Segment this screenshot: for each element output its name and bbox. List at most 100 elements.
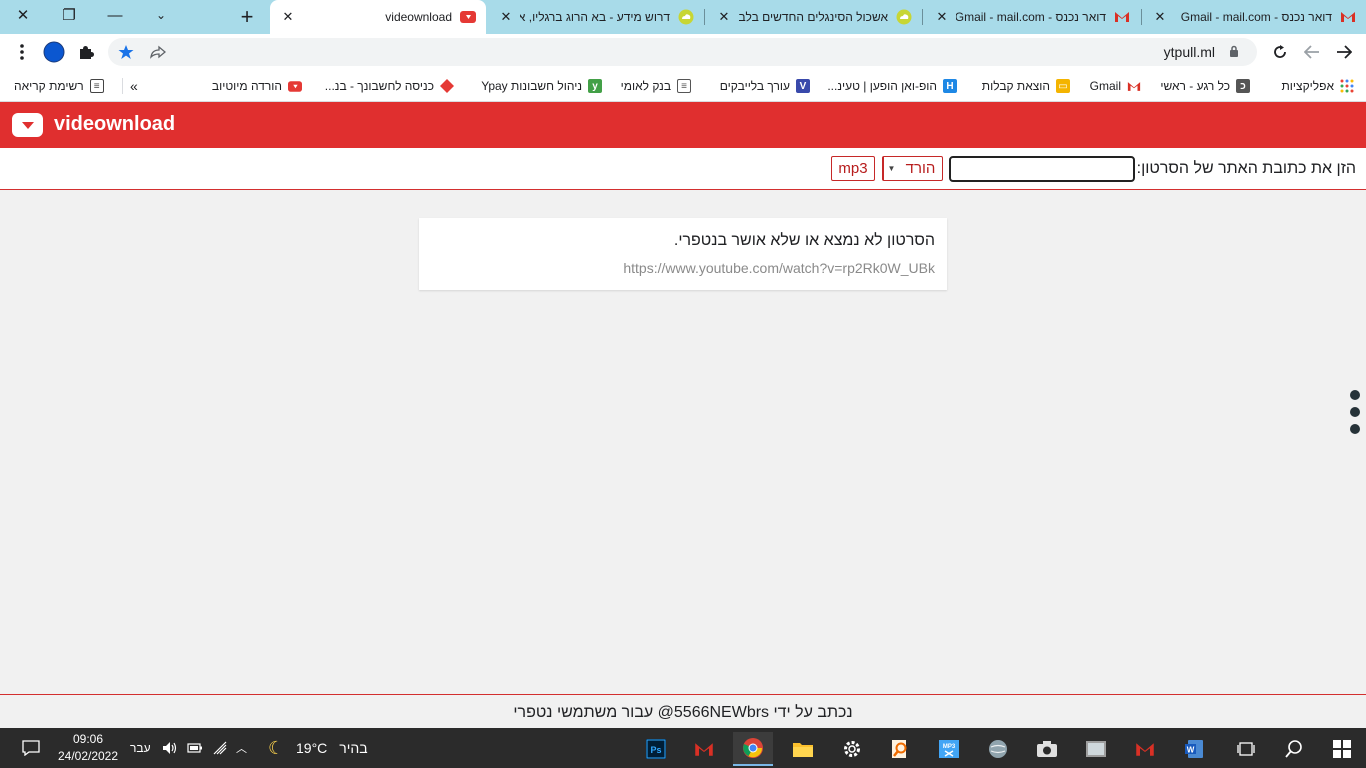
error-message-card: הסרטון לא נמצא או שלא אושר בנטפרי. https… [419,218,947,290]
notifications-icon[interactable] [22,728,40,768]
tab-search-chevron-icon[interactable]: ⌄ [138,0,184,30]
share-icon[interactable] [146,40,170,64]
gmail-app-icon[interactable] [684,732,724,766]
bookmark-label: רשימת קריאה [14,79,84,93]
side-nav-dot[interactable] [1350,407,1360,417]
site-name[interactable]: videownload [54,113,175,136]
photoshop-app-icon[interactable]: Ps [636,732,676,766]
video-url-input[interactable] [949,156,1135,182]
task-view-icon[interactable] [1226,732,1266,766]
bookmark-label: כניסה לחשבונך - בנ... [324,79,434,93]
bookmark-bank-login[interactable]: כניסה לחשבונך - בנ... [325,76,454,96]
site-header: videownload [0,102,1366,148]
wifi-icon[interactable] [212,728,228,768]
download-format-dropdown-icon[interactable]: ▼ [883,157,899,180]
news-icon: כ [1236,79,1250,93]
profile-avatar[interactable] [42,40,66,64]
svg-text:Ps: Ps [650,745,661,755]
reload-icon[interactable] [1268,40,1292,64]
bookmark-label: ניהול חשבונות Ypay [481,79,582,93]
tab-title: דרוש מידע - בא הרוג ברגליו, א [520,10,670,24]
weather-widget[interactable]: 19°C בהיר [296,728,368,768]
gmail-app-icon[interactable] [1125,732,1165,766]
cloud-icon [678,9,694,25]
svg-text:MP3: MP3 [943,744,956,750]
bookmark-gmail[interactable]: Gmail [1090,76,1141,96]
extensions-puzzle-icon[interactable] [74,40,98,64]
show-hidden-icons-chevron-icon[interactable]: ︿ [236,728,247,768]
briefcase-icon: ▭ [1056,79,1070,93]
input-language[interactable]: עבר [130,728,151,768]
camera-app-icon[interactable] [1027,732,1067,766]
bookmark-editor[interactable]: V עורך בלייבקים [720,76,810,96]
gmail-icon [1127,79,1141,93]
mp3-button[interactable]: mp3 [831,156,875,181]
clock-time: 09:06 [72,732,104,746]
v-icon: V [796,79,810,93]
tab-info-request[interactable]: דרוש מידע - בא הרוג ברגליו, א ✕ [488,0,704,34]
file-explorer-icon[interactable] [783,732,823,766]
bookmark-apps[interactable]: אפליקציות [1282,76,1354,96]
doc-icon: ≡ [677,79,691,93]
bookmark-youtube-download[interactable]: הורדה מיוטיוב [212,76,302,96]
tab-gmail-2[interactable]: דואר נכנס - Gmail - mail.com ✕ [924,0,1140,34]
tab-title: דואר נכנס - Gmail - mail.com [1180,10,1332,24]
clock-date: 24/02/2022 [57,749,119,763]
bookmark-ypay[interactable]: y ניהול חשבונות Ypay [481,76,602,96]
settings-gear-icon[interactable] [832,732,872,766]
moon-icon[interactable]: ☾ [268,728,284,768]
photos-app-icon[interactable] [1076,732,1116,766]
close-tab-icon[interactable]: ✕ [934,9,950,25]
more-bookmarks-chevron-icon[interactable]: » [130,76,138,96]
tab-singles[interactable]: אשכול הסינגלים החדשים בלב ✕ [706,0,922,34]
minimize-window-button[interactable]: — [92,0,138,30]
browser-menu-icon[interactable] [10,40,34,64]
bookmark-star-icon[interactable] [114,40,138,64]
tab-title: אשכול הסינגלים החדשים בלב [738,10,888,24]
mp3-cutter-app-icon[interactable]: MP3 [929,732,969,766]
footer-credit: נכתב על ידי 5566NEWbrs@ עבור משתמשי נטפר… [513,704,853,721]
download-form: הזן את כתובת האתר של הסרטון: הורד ▼ mp3 [0,148,1366,190]
globe-app-icon[interactable] [978,732,1018,766]
forward-arrow-icon[interactable] [1300,40,1324,64]
side-nav-dot[interactable] [1350,390,1360,400]
diamond-icon [440,79,454,93]
close-tab-icon[interactable]: ✕ [716,9,732,25]
close-tab-icon[interactable]: ✕ [498,9,514,25]
close-tab-icon[interactable]: ✕ [1152,9,1168,25]
tab-divider [922,9,923,25]
new-tab-button[interactable]: + [234,4,260,30]
requested-video-url[interactable]: https://www.youtube.com/watch?v=rp2Rk0W_… [623,260,935,276]
youtube-icon [460,9,476,25]
clock[interactable]: 09:06 24/02/2022 [52,731,124,765]
restore-window-button[interactable]: ❐ [46,0,92,30]
download-button[interactable]: הורד ▼ [882,156,943,181]
bookmark-hop-on[interactable]: H הופ-ואן הופען | טעינ... [827,76,957,96]
close-window-button[interactable]: ✕ [0,0,46,30]
address-bar[interactable]: ytpull.ml [108,38,1257,66]
site-footer: נכתב על ידי 5566NEWbrs@ עבור משתמשי נטפר… [0,694,1366,728]
ypay-icon: y [588,79,602,93]
word-app-icon[interactable]: W [1174,732,1214,766]
volume-icon[interactable] [162,728,178,768]
tab-title: videownload [385,10,452,24]
bookmark-kol-rega[interactable]: כ כל רגע - ראשי [1160,76,1250,96]
bookmark-label: הורדה מיוטיוב [211,79,282,93]
tab-videownload[interactable]: videownload ✕ [270,0,486,34]
back-arrow-icon[interactable] [1332,40,1356,64]
site-logo-icon[interactable] [12,113,43,137]
browser-toolbar: ytpull.ml [0,34,1366,70]
close-tab-icon[interactable]: ✕ [280,9,296,25]
side-nav-dot[interactable] [1350,424,1360,434]
tab-gmail-1[interactable]: דואר נכנס - Gmail - mail.com ✕ [1142,0,1366,34]
reading-list-button[interactable]: ≡ רשימת קריאה [14,76,104,96]
lock-icon[interactable] [1229,45,1239,57]
bookmark-bank-leumi[interactable]: ≡ בנק לאומי [621,76,691,96]
chrome-app-icon[interactable] [733,732,773,766]
search-icon[interactable] [1274,732,1314,766]
battery-icon[interactable] [187,728,203,768]
search-tool-app-icon[interactable] [880,732,920,766]
bookmark-receipts[interactable]: ▭ הוצאת קבלות [982,76,1070,96]
address-bar-url[interactable]: ytpull.ml [1164,44,1215,60]
windows-start-icon[interactable] [1322,732,1362,766]
